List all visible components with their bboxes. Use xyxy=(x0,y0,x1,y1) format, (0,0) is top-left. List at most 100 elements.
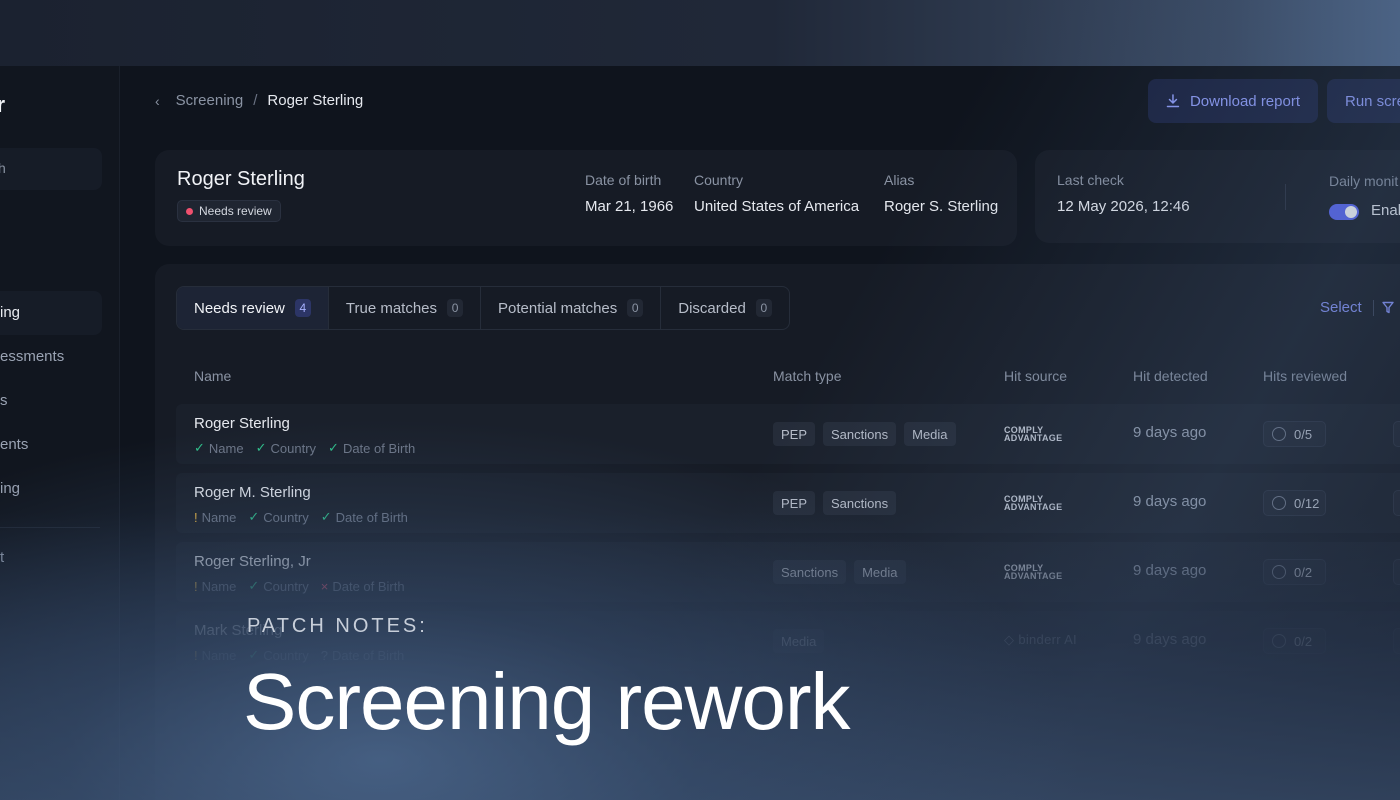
row-action-button[interactable] xyxy=(1393,628,1400,654)
country-value: United States of America xyxy=(694,198,860,215)
hit-source-logo: COMPLY ADVANTAGE xyxy=(1004,425,1063,443)
sidebar-item-label: essments xyxy=(0,348,65,365)
alias-field: Alias Roger S. Sterling xyxy=(884,172,998,215)
criteria-item: ✓ Country xyxy=(248,509,308,525)
check-icon: ✓ xyxy=(194,440,205,455)
check-icon: ✓ xyxy=(248,578,260,593)
table-row[interactable]: Roger Sterling ✓ Name ✓ Country ✓ Date of B… xyxy=(176,404,1400,464)
dob-value: Mar 21, 1966 xyxy=(585,198,674,215)
hits-reviewed-badge[interactable]: 0/2 xyxy=(1263,628,1326,654)
status-badge-label: Needs review xyxy=(199,204,272,218)
criteria-label: Name xyxy=(201,509,237,525)
progress-ring-icon xyxy=(1272,565,1286,579)
table-row[interactable]: Roger Sterling, Jr ! Name ✓ Country × Date … xyxy=(176,542,1400,602)
hits-reviewed-badge[interactable]: 0/5 xyxy=(1263,421,1326,447)
sidebar-item-3[interactable]: s xyxy=(0,379,120,423)
tab-label: Potential matches xyxy=(498,299,618,317)
tab-needs-review[interactable]: Needs review 4 xyxy=(177,287,329,329)
sidebar-item-5[interactable]: ing xyxy=(0,467,120,511)
criteria-item: ! Name xyxy=(194,509,236,525)
tab-count: 0 xyxy=(627,299,644,317)
column-header-hit-source[interactable]: Hit source xyxy=(1004,368,1067,384)
filter-icon[interactable] xyxy=(1382,301,1394,314)
select-link[interactable]: Select xyxy=(1320,299,1362,316)
hit-detected: 9 days ago xyxy=(1133,631,1207,648)
criteria-label: Country xyxy=(263,578,309,594)
sidebar-item-label: s xyxy=(0,392,8,409)
hits-reviewed-value: 0/5 xyxy=(1294,426,1313,442)
match-tag: PEP xyxy=(773,422,816,446)
match-tag: Sanctions xyxy=(823,422,897,446)
criteria-label: Date of Birth xyxy=(335,509,408,525)
check-icon: ✓ xyxy=(328,440,339,455)
run-screening-button[interactable]: Run scre xyxy=(1327,79,1400,123)
row-action-button[interactable] xyxy=(1393,490,1400,516)
column-header-name[interactable]: Name xyxy=(194,368,231,384)
sidebar-search[interactable]: h xyxy=(0,148,102,190)
app-logo: rr xyxy=(0,92,6,117)
tab-label: Discarded xyxy=(678,299,746,317)
sidebar-item-4[interactable]: ents xyxy=(0,423,120,467)
match-tag: Media xyxy=(904,422,956,446)
criteria-label: Country xyxy=(270,440,317,456)
download-icon xyxy=(1166,94,1180,108)
last-check-card: Last check 12 May 2026, 12:46 Daily moni… xyxy=(1035,150,1400,243)
breadcrumb-current: Roger Sterling xyxy=(267,92,364,109)
ai-diamond-icon: ◇ xyxy=(1004,632,1015,647)
criteria-label: Date of Birth xyxy=(332,578,405,594)
match-type-tags: Media xyxy=(773,629,825,653)
criteria-item: ✓ Country xyxy=(256,440,316,456)
row-name: Roger Sterling, Jr xyxy=(194,553,311,570)
hit-source-label: binderr AI xyxy=(1018,632,1077,647)
hit-source-logo: COMPLY ADVANTAGE xyxy=(1004,563,1063,581)
breadcrumb-separator: / xyxy=(253,92,258,109)
sidebar-item-label: ing xyxy=(0,480,21,497)
daily-monitoring-toggle[interactable] xyxy=(1329,204,1359,220)
sidebar-item-screening[interactable]: ing xyxy=(0,291,102,335)
dob-field: Date of birth Mar 21, 1966 xyxy=(585,172,673,215)
breadcrumb-parent[interactable]: Screening xyxy=(176,92,244,109)
column-header-hit-detected[interactable]: Hit detected xyxy=(1133,368,1208,384)
hit-detected: 9 days ago xyxy=(1133,562,1207,579)
criteria-label: Country xyxy=(263,509,309,525)
match-type-tags: Sanctions Media xyxy=(773,560,906,584)
check-icon: ✓ xyxy=(255,440,267,455)
card-divider xyxy=(1285,184,1286,210)
criteria-item: ! Name xyxy=(194,647,236,663)
tab-discarded[interactable]: Discarded 0 xyxy=(661,287,789,329)
monitoring-field: Daily monit xyxy=(1329,173,1398,199)
row-action-button[interactable] xyxy=(1393,559,1400,585)
download-report-button[interactable]: Download report xyxy=(1148,79,1318,123)
tab-potential-matches[interactable]: Potential matches 0 xyxy=(481,287,662,329)
row-action-button[interactable] xyxy=(1393,421,1400,447)
tab-count: 4 xyxy=(294,299,311,317)
warning-icon: ! xyxy=(194,509,198,525)
sidebar-nav: ing essments s ents ing t xyxy=(0,291,120,580)
criteria-item: × Date of Birth xyxy=(321,578,405,594)
sidebar-item-label: ents xyxy=(0,436,29,453)
match-tag: Media xyxy=(854,560,906,584)
progress-ring-icon xyxy=(1272,496,1286,510)
person-name: Roger Sterling xyxy=(177,168,305,190)
criteria-item: ! Name xyxy=(194,578,236,594)
match-type-tags: PEP Sanctions Media xyxy=(773,422,956,446)
table-row[interactable]: Roger M. Sterling ! Name ✓ Country ✓ Date o… xyxy=(176,473,1400,533)
sidebar-footer-item[interactable]: t xyxy=(0,536,120,580)
cross-icon: × xyxy=(320,578,329,594)
chevron-left-icon[interactable]: ‹ xyxy=(155,93,160,109)
row-name: Roger Sterling xyxy=(194,415,290,432)
hit-detected: 9 days ago xyxy=(1133,424,1207,441)
hits-reviewed-badge[interactable]: 0/2 xyxy=(1263,559,1326,585)
progress-ring-icon xyxy=(1272,634,1286,648)
hits-reviewed-badge[interactable]: 0/12 xyxy=(1263,490,1326,516)
column-header-hits-reviewed[interactable]: Hits reviewed xyxy=(1263,368,1347,384)
tab-count: 0 xyxy=(755,299,772,317)
column-header-match-type[interactable]: Match type xyxy=(773,368,841,384)
hits-reviewed-value: 0/2 xyxy=(1294,633,1313,649)
sidebar-item-label: ing xyxy=(0,304,21,321)
status-dot-icon xyxy=(186,207,193,215)
criteria-label: Name xyxy=(208,440,244,456)
sidebar-item-assessments[interactable]: essments xyxy=(0,335,120,379)
tab-true-matches[interactable]: True matches 0 xyxy=(329,287,482,329)
criteria-label: Date of Birth xyxy=(342,440,416,456)
